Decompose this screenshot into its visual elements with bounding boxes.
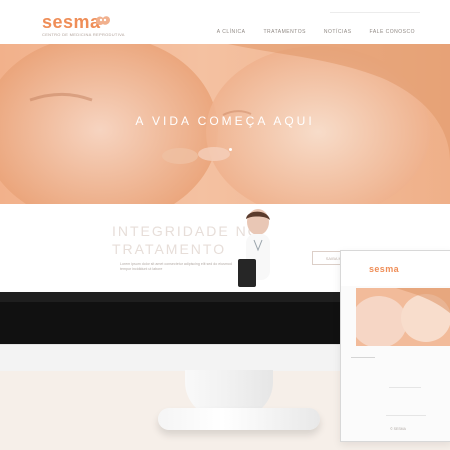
nav-item-noticias[interactable]: NOTÍCIAS bbox=[324, 29, 352, 41]
phone-footer-text: © SESMA bbox=[390, 427, 406, 431]
section-text: Lorem ipsum dolor sit amet consectetur a… bbox=[120, 262, 232, 271]
phone-logo: sesma bbox=[369, 264, 400, 274]
monitor-stand-base bbox=[158, 408, 320, 430]
logo-icon bbox=[96, 16, 110, 25]
hero-title: A VIDA COMEÇA AQUI bbox=[135, 114, 315, 128]
hero-slider-dot[interactable] bbox=[229, 148, 232, 151]
monitor-chin bbox=[0, 344, 340, 371]
logo-text: sesma bbox=[42, 12, 101, 32]
nav-item-tratamentos[interactable]: TRATAMENTOS bbox=[263, 29, 305, 41]
doctor-image bbox=[238, 209, 270, 287]
header-top-line bbox=[330, 12, 420, 13]
phone-hero-image bbox=[356, 288, 450, 346]
phone-divider-2 bbox=[389, 387, 421, 388]
hero-banner: A VIDA COMEÇA AQUI bbox=[0, 44, 450, 204]
monitor-screen-strip bbox=[0, 292, 340, 302]
logo-tagline: CENTRO DE MEDICINA REPRODUTIVA bbox=[42, 32, 125, 37]
phone-mockup: sesma © SESMA bbox=[340, 250, 450, 442]
nav-item-fale-conosco[interactable]: FALE CONOSCO bbox=[370, 29, 415, 41]
page: sesma CENTRO DE MEDICINA REPRODUTIVA A C… bbox=[0, 0, 450, 450]
nav-item-clinica[interactable]: A CLÍNICA bbox=[217, 29, 246, 41]
site-logo[interactable]: sesma CENTRO DE MEDICINA REPRODUTIVA bbox=[42, 12, 132, 38]
site-header: sesma CENTRO DE MEDICINA REPRODUTIVA A C… bbox=[0, 0, 450, 45]
main-nav: A CLÍNICA TRATAMENTOS NOTÍCIAS FALE CONO… bbox=[217, 29, 415, 41]
phone-header: sesma bbox=[341, 251, 450, 286]
phone-divider-3 bbox=[386, 415, 426, 416]
phone-divider-1 bbox=[351, 357, 375, 358]
